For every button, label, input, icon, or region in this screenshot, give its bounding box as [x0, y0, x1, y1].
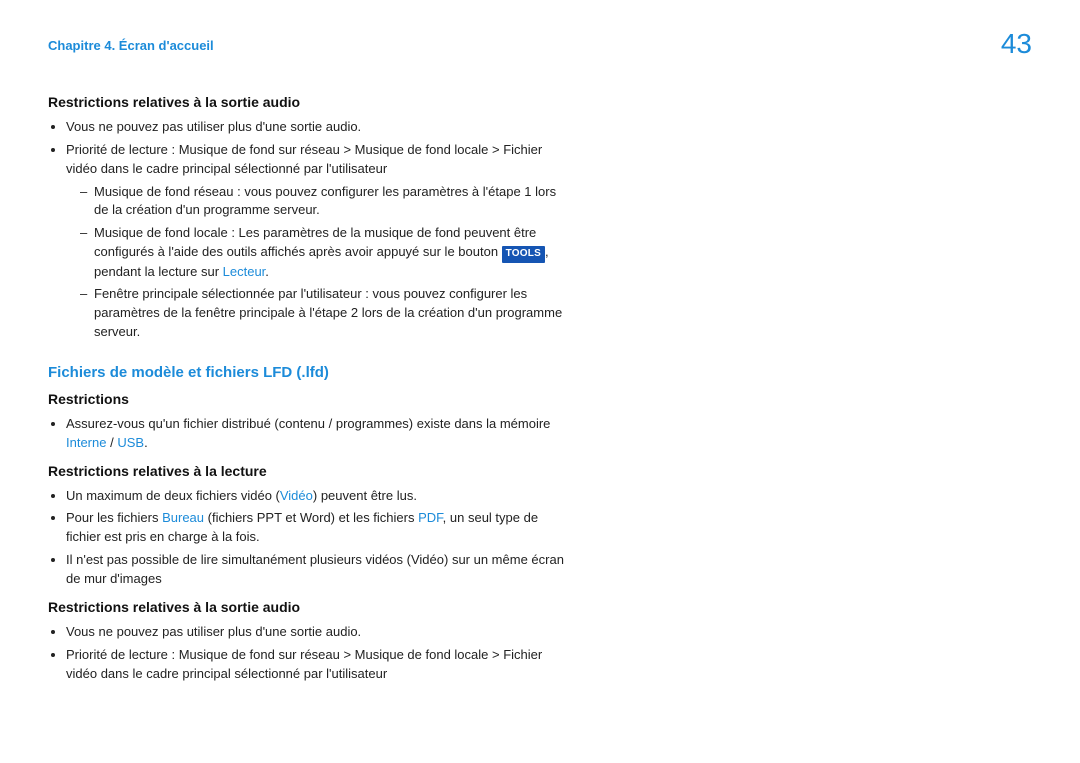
bullet-list: Assurez-vous qu'un fichier distribué (co…: [48, 415, 568, 453]
text: /: [106, 435, 117, 450]
text: Priorité de lecture : Musique de fond su…: [66, 142, 542, 176]
bullet-list: Vous ne pouvez pas utiliser plus d'une s…: [48, 118, 568, 342]
document-page: Chapitre 4. Écran d'accueil 43 Restricti…: [0, 0, 1080, 727]
list-item: Un maximum de deux fichiers vidéo (Vidéo…: [66, 487, 568, 506]
highlight-video: Vidéo: [280, 488, 313, 503]
list-item: Vous ne pouvez pas utiliser plus d'une s…: [66, 118, 568, 137]
list-item: Vous ne pouvez pas utiliser plus d'une s…: [66, 623, 568, 642]
text: (fichiers PPT et Word) et les fichiers: [204, 510, 418, 525]
subheading-restrictions: Restrictions: [48, 391, 568, 407]
list-item: Pour les fichiers Bureau (fichiers PPT e…: [66, 509, 568, 547]
list-item: Priorité de lecture : Musique de fond su…: [66, 141, 568, 342]
bullet-list: Vous ne pouvez pas utiliser plus d'une s…: [48, 623, 568, 684]
highlight-usb: USB: [117, 435, 144, 450]
text: Musique de fond locale : Les paramètres …: [94, 225, 536, 259]
list-item: Il n'est pas possible de lire simultaném…: [66, 551, 568, 589]
tools-badge: TOOLS: [502, 246, 545, 263]
page-content: Restrictions relatives à la sortie audio…: [48, 94, 568, 683]
highlight-bureau: Bureau: [162, 510, 204, 525]
section-heading-audio-1: Restrictions relatives à la sortie audio: [48, 94, 568, 110]
text: .: [144, 435, 148, 450]
text: Pour les fichiers: [66, 510, 162, 525]
list-item: Fenêtre principale sélectionnée par l'ut…: [80, 285, 568, 342]
subheading-audio-2: Restrictions relatives à la sortie audio: [48, 599, 568, 615]
text: Un maximum de deux fichiers vidéo (: [66, 488, 280, 503]
subheading-lecture: Restrictions relatives à la lecture: [48, 463, 568, 479]
list-item: Assurez-vous qu'un fichier distribué (co…: [66, 415, 568, 453]
text: Assurez-vous qu'un fichier distribué (co…: [66, 416, 550, 431]
bullet-list: Un maximum de deux fichiers vidéo (Vidéo…: [48, 487, 568, 589]
chapter-title: Chapitre 4. Écran d'accueil: [48, 38, 214, 53]
dash-list: Musique de fond réseau : vous pouvez con…: [66, 183, 568, 342]
text: ) peuvent être lus.: [313, 488, 417, 503]
list-item: Musique de fond réseau : vous pouvez con…: [80, 183, 568, 221]
section-heading-lfd: Fichiers de modèle et fichiers LFD (.lfd…: [48, 364, 568, 381]
page-number: 43: [1001, 30, 1032, 58]
highlight-interne: Interne: [66, 435, 106, 450]
list-item: Priorité de lecture : Musique de fond su…: [66, 646, 568, 684]
highlight-lecteur: Lecteur: [223, 264, 266, 279]
list-item: Musique de fond locale : Les paramètres …: [80, 224, 568, 281]
text: .: [265, 264, 269, 279]
highlight-pdf: PDF: [418, 510, 443, 525]
page-header: Chapitre 4. Écran d'accueil 43: [48, 38, 1032, 58]
